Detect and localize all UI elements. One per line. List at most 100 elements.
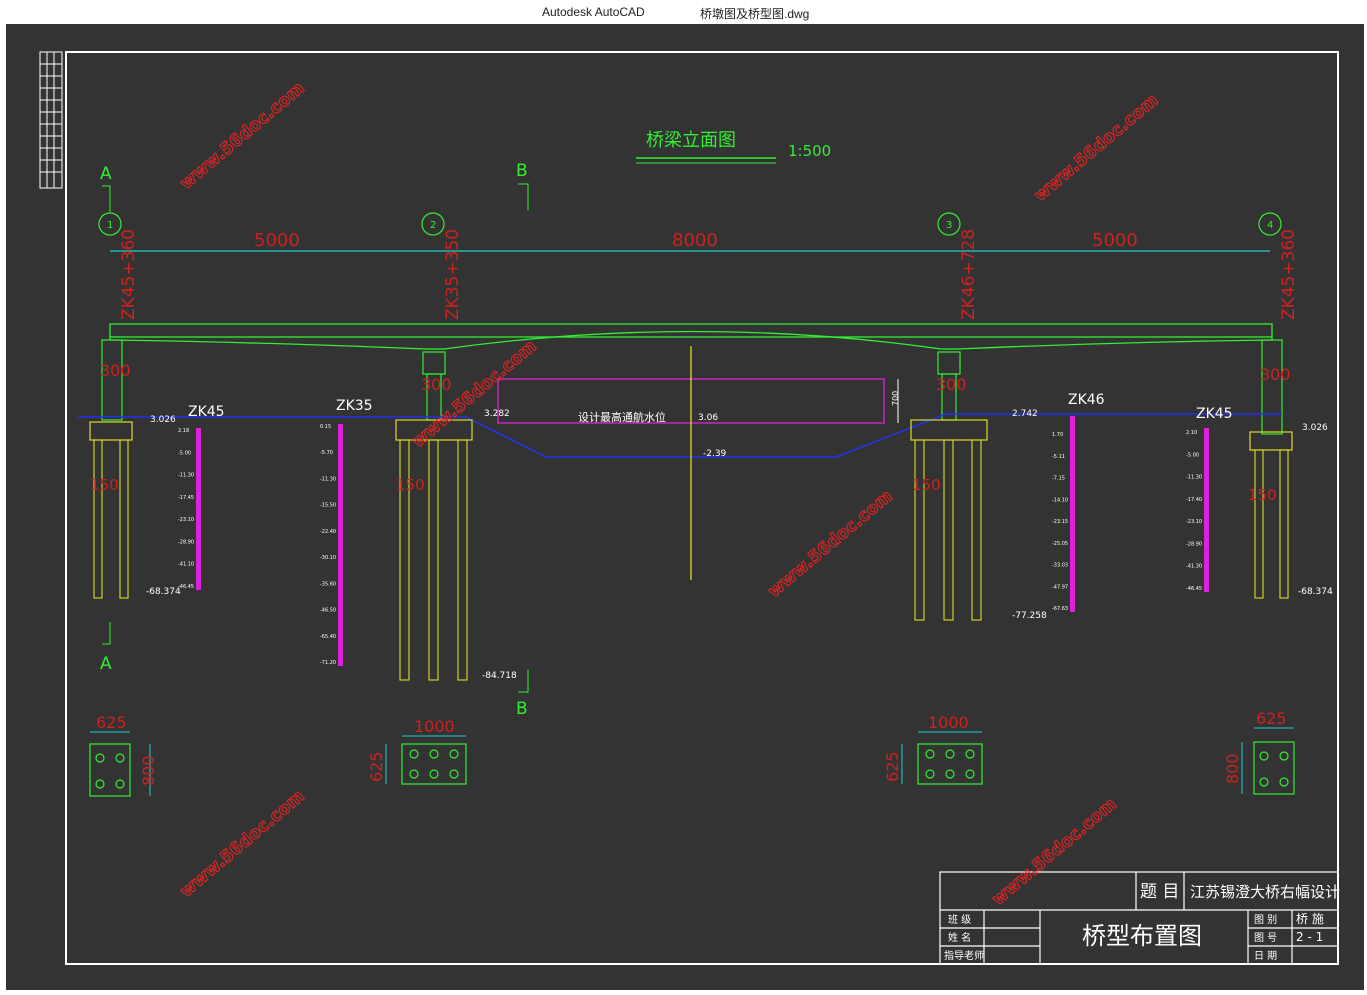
borehole-depth-label: -46.50 xyxy=(320,608,336,614)
borehole-depth-label: -5.00 xyxy=(178,450,191,456)
elev-pile-tip-2: -84.718 xyxy=(482,671,517,681)
svg-text:B: B xyxy=(516,699,528,719)
elev-pile-tip-4: -68.374 xyxy=(1298,587,1333,597)
elev-ground-pier2: 3.282 xyxy=(484,409,510,419)
borehole-depth-label: -23.15 xyxy=(1052,519,1068,525)
borehole-depth-label: -46.45 xyxy=(1186,586,1202,592)
borehole-label-4: ZK45 xyxy=(1196,406,1233,422)
cap-plan-3-height: 625 xyxy=(883,751,902,782)
station-label-4: ZK45+360 xyxy=(1279,229,1299,320)
axis-label-2: 2 xyxy=(430,220,436,231)
borehole-depth-label: -17.45 xyxy=(178,495,194,501)
row-name-label: 姓 名 xyxy=(948,931,971,944)
borehole-depth-label: -67.63 xyxy=(1052,606,1068,612)
borehole-depth-label: 0.15 xyxy=(320,424,331,430)
axis-label-1: 1 xyxy=(107,220,113,231)
file-name: 桥墩图及桥型图.dwg xyxy=(700,7,810,21)
pier-width-4: 300 xyxy=(1260,365,1291,384)
svg-text:B: B xyxy=(516,161,528,181)
pile-spacing-4: 150 xyxy=(1248,486,1277,504)
drawing-name: 桥型布置图 xyxy=(1082,922,1202,950)
borehole-depth-label: -41.30 xyxy=(1186,564,1202,570)
cap-plan-1-height: 800 xyxy=(139,755,158,786)
cap-plan-2-width: 1000 xyxy=(414,717,455,736)
drawing-canvas[interactable]: 桥梁立面图 1:500 A A B B 1 2 3 4 5000 8000 50… xyxy=(0,24,1367,995)
pier-width-2: 300 xyxy=(421,375,452,394)
row-type-value: 桥 施 xyxy=(1296,912,1324,926)
pier-width-3: 300 xyxy=(936,375,967,394)
row-class-label: 班 级 xyxy=(948,914,971,926)
elev-water: 3.06 xyxy=(698,413,718,423)
elev-ground-pier3: 2.742 xyxy=(1012,409,1038,419)
axis-label-4: 4 xyxy=(1267,220,1273,231)
borehole-depth-label: -35.60 xyxy=(320,581,336,587)
borehole-depth-label: -5.70 xyxy=(320,450,333,456)
pier-width-1: 300 xyxy=(100,361,131,380)
row-advisor-label: 指导老师 xyxy=(944,949,984,962)
elev-river-bed: -2.39 xyxy=(703,449,727,459)
cap-plan-1-width: 625 xyxy=(96,713,127,732)
topic-value: 江苏锡澄大桥右幅设计 xyxy=(1190,883,1340,901)
elev-ground-left: 3.026 xyxy=(150,415,176,425)
svg-text:700: 700 xyxy=(891,391,900,406)
window-title-bar: Autodesk AutoCAD 桥墩图及桥型图.dwg xyxy=(0,0,1367,24)
borehole-depth-label: -14.10 xyxy=(1052,497,1068,503)
app-name: Autodesk AutoCAD xyxy=(542,5,645,19)
topic-label: 题 目 xyxy=(1140,882,1179,902)
svg-text:A: A xyxy=(100,164,112,184)
span-label-3: 5000 xyxy=(1092,230,1138,251)
svg-text:A: A xyxy=(100,654,112,674)
axis-label-3: 3 xyxy=(946,220,952,231)
view-title: 桥梁立面图 xyxy=(646,130,736,151)
station-label-1: ZK45+360 xyxy=(119,229,139,320)
borehole-depth-label: 2.18 xyxy=(178,428,189,434)
borehole-depth-label: -46.45 xyxy=(178,584,194,590)
cap-plan-4-width: 625 xyxy=(1256,709,1287,728)
cap-plan-2-height: 625 xyxy=(367,751,386,782)
water-level-label: 设计最高通航水位 xyxy=(578,410,666,424)
pile-spacing-2: 150 xyxy=(396,476,425,494)
borehole-depth-label: -22.40 xyxy=(320,529,336,535)
borehole-depth-label: -17.40 xyxy=(1186,497,1202,503)
row-number-label: 图 号 xyxy=(1254,932,1277,944)
span-label-1: 5000 xyxy=(254,230,300,251)
borehole-label-2: ZK35 xyxy=(336,398,373,414)
borehole-depth-label: -65.40 xyxy=(320,634,336,640)
span-label-2: 8000 xyxy=(672,230,718,251)
cap-plan-4-height: 800 xyxy=(1223,753,1242,784)
borehole-depth-label: -30.10 xyxy=(320,555,336,561)
borehole-label-1: ZK45 xyxy=(188,404,225,420)
row-type-label: 图 别 xyxy=(1254,914,1277,926)
pile-spacing-3: 150 xyxy=(912,476,941,494)
station-label-3: ZK46+728 xyxy=(959,229,979,320)
pile-spacing-1: 150 xyxy=(90,476,119,494)
borehole-depth-label: -11.30 xyxy=(1186,475,1202,481)
elev-ground-right: 3.026 xyxy=(1302,423,1328,433)
borehole-depth-label: -23.10 xyxy=(1186,519,1202,525)
borehole-depth-label: -47.97 xyxy=(1052,584,1068,590)
borehole-depth-label: -5.11 xyxy=(1052,454,1065,460)
borehole-depth-label: 1.70 xyxy=(1052,432,1063,438)
borehole-label-3: ZK46 xyxy=(1068,392,1105,408)
borehole-depth-label: -23.10 xyxy=(178,517,194,523)
cad-drawing[interactable]: 桥梁立面图 1:500 A A B B 1 2 3 4 5000 8000 50… xyxy=(6,24,1364,990)
elev-pile-tip-3: -77.258 xyxy=(1012,611,1047,621)
row-number-value: 2 - 1 xyxy=(1296,930,1323,944)
borehole-depth-label: 2.10 xyxy=(1186,430,1197,436)
borehole-depth-label: -11.30 xyxy=(320,476,336,482)
borehole-depth-label: -41.10 xyxy=(178,562,194,568)
row-date-label: 日 期 xyxy=(1254,950,1277,962)
borehole-depth-label: -28.90 xyxy=(1186,541,1202,547)
station-label-2: ZK35+350 xyxy=(443,229,463,320)
cap-plan-3-width: 1000 xyxy=(928,713,969,732)
borehole-depth-label: -7.15 xyxy=(1052,476,1065,482)
borehole-depth-label: -15.50 xyxy=(320,503,336,509)
borehole-depth-label: -28.90 xyxy=(178,539,194,545)
scale-label: 1:500 xyxy=(788,142,831,160)
borehole-depth-label: -33.03 xyxy=(1052,563,1068,569)
borehole-depth-label: -5.00 xyxy=(1186,452,1199,458)
borehole-depth-label: -11.30 xyxy=(178,473,194,479)
elev-pile-tip-1: -68.374 xyxy=(146,587,181,597)
borehole-depth-label: -25.05 xyxy=(1052,541,1068,547)
borehole-depth-label: -71.20 xyxy=(320,660,336,666)
